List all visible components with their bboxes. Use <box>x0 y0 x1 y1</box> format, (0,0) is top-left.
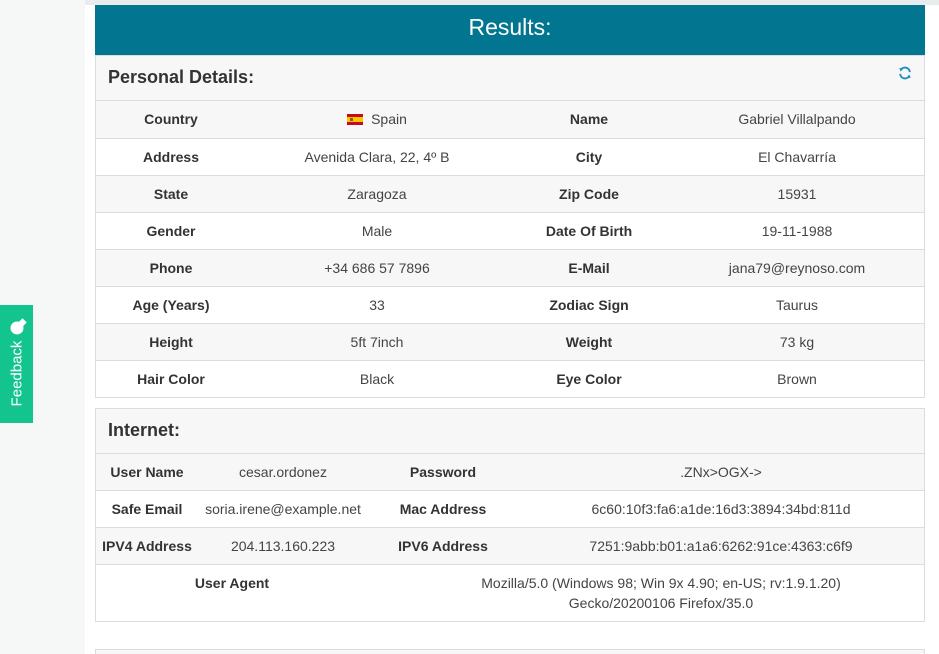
personal-details-header: Personal Details: <box>96 56 924 101</box>
table-row: Gender Male Date Of Birth 19-11-1988 <box>96 211 924 249</box>
gender-value: Male <box>246 211 508 249</box>
ipv6-value: 7251:9abb:b01:a1a6:6262:91ce:4363:c6f9 <box>518 527 924 565</box>
table-row: User Name cesar.ordonez Password .ZNx>OG… <box>96 454 924 491</box>
personal-details-title: Personal Details: <box>108 67 255 87</box>
address-value: Avenida Clara, 22, 4º B <box>246 137 508 175</box>
ipv4-label: IPV4 Address <box>96 527 198 565</box>
city-label: City <box>508 137 670 175</box>
weight-value: 73 kg <box>670 322 924 360</box>
password-label: Password <box>368 454 518 491</box>
height-value: 5ft 7inch <box>246 322 508 360</box>
safe-email-value: soria.irene@example.net <box>198 490 368 528</box>
user-name-label: User Name <box>96 454 198 491</box>
results-title: Results: <box>95 5 925 55</box>
zip-code-value: 15931 <box>670 174 924 212</box>
state-label: State <box>96 174 246 212</box>
name-label: Name <box>508 101 670 138</box>
table-row: Height 5ft 7inch Weight 73 kg <box>96 322 924 360</box>
table-row: Phone +34 686 57 7896 E-Mail jana79@reyn… <box>96 248 924 286</box>
ipv6-label: IPV6 Address <box>368 527 518 565</box>
feedback-label: Feedback <box>8 340 25 407</box>
card-spacer <box>95 398 925 408</box>
user-name-value: cesar.ordonez <box>198 454 368 491</box>
state-value: Zaragoza <box>246 174 508 212</box>
gender-label: Gender <box>96 211 246 249</box>
date-of-birth-value: 19-11-1988 <box>670 211 924 249</box>
personal-details-table: Country Spain Name Gabriel Villalpando A… <box>96 101 924 397</box>
hair-color-value: Black <box>246 359 508 397</box>
feedback-button[interactable]: Feedback <box>0 305 33 423</box>
country-value: Spain <box>246 101 508 138</box>
zodiac-sign-value: Taurus <box>670 285 924 323</box>
table-row: Age (Years) 33 Zodiac Sign Taurus <box>96 285 924 323</box>
age-value: 33 <box>246 285 508 323</box>
table-row: IPV4 Address 204.113.160.223 IPV6 Addres… <box>96 527 924 565</box>
zodiac-sign-label: Zodiac Sign <box>508 285 670 323</box>
name-value: Gabriel Villalpando <box>670 101 924 138</box>
hair-color-label: Hair Color <box>96 359 246 397</box>
country-text: Spain <box>371 111 407 128</box>
table-row: Safe Email soria.irene@example.net Mac A… <box>96 490 924 528</box>
internet-card: Internet: User Name cesar.ordonez Passwo… <box>95 408 925 622</box>
table-row: Country Spain Name Gabriel Villalpando <box>96 101 924 138</box>
internet-header: Internet: <box>96 409 924 454</box>
city-value: El Chavarría <box>670 137 924 175</box>
mac-address-label: Mac Address <box>368 490 518 528</box>
email-label: E-Mail <box>508 248 670 286</box>
results-container: Results: Personal Details: Country Spain… <box>95 5 925 622</box>
user-agent-value: Mozilla/5.0 (Windows 98; Win 9x 4.90; en… <box>368 564 924 621</box>
email-value: jana79@reynoso.com <box>670 248 924 286</box>
age-label: Age (Years) <box>96 285 246 323</box>
user-agent-label: User Agent <box>96 564 368 621</box>
next-card-edge <box>95 649 925 654</box>
weight-label: Weight <box>508 322 670 360</box>
table-row: User Agent Mozilla/5.0 (Windows 98; Win … <box>96 564 924 621</box>
mac-address-value: 6c60:10f3:fa6:a1de:16d3:3894:34bd:811d <box>518 490 924 528</box>
table-row: Hair Color Black Eye Color Brown <box>96 359 924 397</box>
spain-flag-icon <box>347 114 364 126</box>
refresh-icon[interactable] <box>898 66 912 80</box>
table-row: State Zaragoza Zip Code 15931 <box>96 174 924 212</box>
personal-details-card: Personal Details: Country Spain Name Gab… <box>95 55 925 398</box>
height-label: Height <box>96 322 246 360</box>
zip-code-label: Zip Code <box>508 174 670 212</box>
eye-color-value: Brown <box>670 359 924 397</box>
address-label: Address <box>96 137 246 175</box>
country-label: Country <box>96 101 246 138</box>
ipv4-value: 204.113.160.223 <box>198 527 368 565</box>
date-of-birth-label: Date Of Birth <box>508 211 670 249</box>
eye-color-label: Eye Color <box>508 359 670 397</box>
table-row: Address Avenida Clara, 22, 4º B City El … <box>96 137 924 175</box>
phone-value: +34 686 57 7896 <box>246 248 508 286</box>
internet-title: Internet: <box>108 420 180 440</box>
password-value: .ZNx>OGX-> <box>518 454 924 491</box>
phone-label: Phone <box>96 248 246 286</box>
safe-email-label: Safe Email <box>96 490 198 528</box>
internet-table: User Name cesar.ordonez Password .ZNx>OG… <box>96 454 924 621</box>
chat-bubble-icon <box>10 321 23 335</box>
